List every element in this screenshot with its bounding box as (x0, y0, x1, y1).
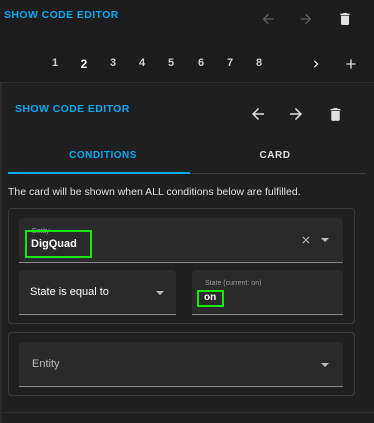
delete-icon[interactable] (336, 9, 354, 29)
active-tab-indicator (8, 172, 190, 174)
clear-icon[interactable] (299, 233, 313, 247)
arrow-right-icon[interactable] (286, 104, 306, 124)
page-3-tab[interactable]: 3 (106, 57, 120, 69)
state-value-highlight (197, 290, 224, 307)
show-code-editor-button[interactable]: SHOW CODE EDITOR (4, 9, 119, 21)
page-2-tab[interactable]: 2 (77, 57, 91, 71)
state-field-label: State (current: on) (205, 280, 262, 287)
page-5-tab[interactable]: 5 (164, 57, 178, 69)
page-4-tab[interactable]: 4 (135, 57, 149, 69)
card-left-border (0, 83, 2, 423)
tab-card[interactable]: CARD (180, 150, 370, 170)
page-6-tab[interactable]: 6 (194, 57, 208, 69)
card-bottom-border (2, 412, 374, 413)
chevron-down-icon[interactable] (318, 358, 332, 372)
arrow-right-icon[interactable] (297, 10, 315, 28)
page-7-tab[interactable]: 7 (223, 57, 237, 69)
arrow-left-icon[interactable] (248, 104, 268, 124)
chevron-right-icon[interactable] (308, 55, 324, 73)
state-condition-value: State is equal to (30, 286, 109, 298)
entity-value-highlight (25, 230, 92, 258)
delete-icon[interactable] (325, 103, 345, 125)
plus-icon[interactable] (342, 55, 360, 73)
conditions-description: The card will be shown when ALL conditio… (8, 186, 301, 198)
arrow-left-icon[interactable] (259, 10, 277, 28)
new-entity-placeholder: Entity (32, 358, 60, 370)
chevron-down-icon[interactable] (318, 233, 332, 247)
page-1-tab[interactable]: 1 (48, 57, 62, 69)
state-condition-select[interactable]: State is equal to (19, 270, 176, 315)
chevron-down-icon (153, 286, 167, 300)
tab-conditions[interactable]: CONDITIONS (8, 150, 198, 170)
new-entity-picker-field[interactable]: Entity (19, 342, 343, 387)
page-8-tab[interactable]: 8 (252, 57, 266, 69)
inner-show-code-editor-button[interactable]: SHOW CODE EDITOR (15, 103, 130, 115)
